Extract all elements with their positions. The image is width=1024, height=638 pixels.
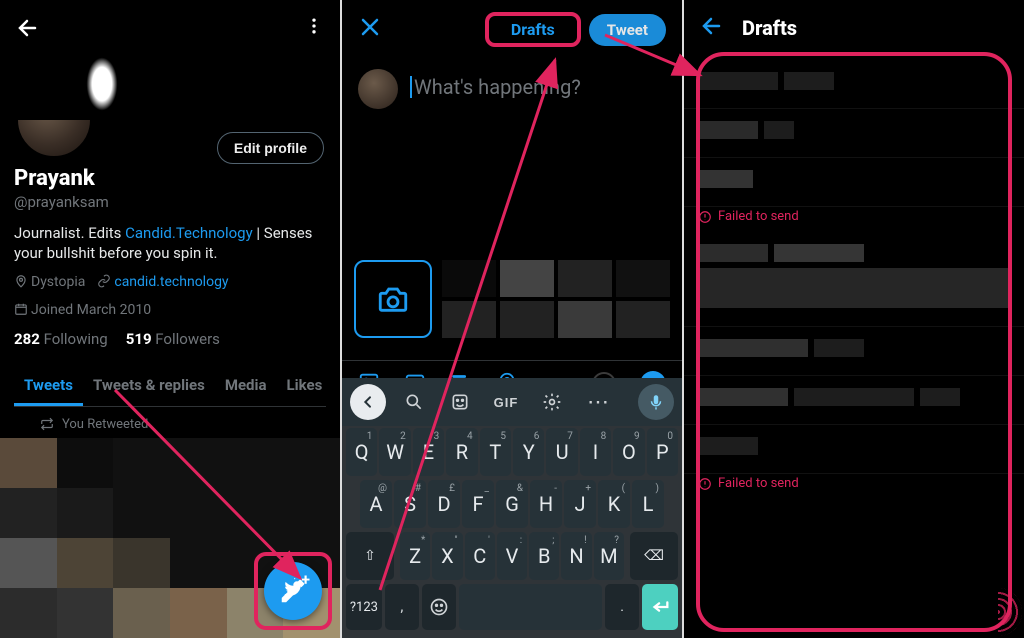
edit-profile-button[interactable]: Edit profile xyxy=(217,132,324,164)
compose-placeholder: What's happening? xyxy=(414,75,581,99)
drafts-screen: Drafts Failed to send xyxy=(684,0,1024,638)
profile-tabs: Tweets Tweets & replies Media Likes xyxy=(14,362,326,407)
drafts-list: Failed to send Failed to send xyxy=(684,60,1024,638)
compose-screen: Drafts Tweet What's happening? xyxy=(342,0,684,638)
draft-item[interactable] xyxy=(684,425,1024,474)
compose-avatar xyxy=(358,69,398,109)
bio-text: Journalist. Edits xyxy=(14,224,125,242)
tab-tweets[interactable]: Tweets xyxy=(14,362,83,406)
draft-item[interactable] xyxy=(684,327,1024,376)
keyboard-comma-key[interactable]: , xyxy=(385,584,419,630)
keyboard-key-z[interactable]: Z* xyxy=(400,532,430,580)
keyboard-enter-key[interactable] xyxy=(642,584,678,630)
annotation-highlight: Drafts xyxy=(485,12,581,47)
keyboard-period-key[interactable]: . xyxy=(605,584,639,630)
keyboard-key-f[interactable]: F_ xyxy=(462,480,494,528)
tab-tweets-replies[interactable]: Tweets & replies xyxy=(83,362,215,406)
profile-banner xyxy=(0,0,340,120)
keyboard-key-k[interactable]: K( xyxy=(598,480,630,528)
keyboard-key-y[interactable]: Y6 xyxy=(513,428,544,476)
followers-count[interactable]: 519 Followers xyxy=(126,330,220,348)
keyboard-key-q[interactable]: Q1 xyxy=(346,428,377,476)
tab-media[interactable]: Media xyxy=(215,362,277,406)
keyboard-mic-icon[interactable] xyxy=(638,384,674,420)
keyboard-settings-icon[interactable] xyxy=(534,384,570,420)
keyboard-shift-key[interactable]: ⇧ xyxy=(346,532,394,580)
keyboard-key-s[interactable]: S# xyxy=(394,480,426,528)
camera-tile[interactable] xyxy=(354,260,432,338)
keyboard-more-icon[interactable] xyxy=(580,384,616,420)
recent-media-thumbnails[interactable] xyxy=(442,260,670,338)
keyboard-key-n[interactable]: N! xyxy=(561,532,591,580)
profile-joined-date: Joined March 2010 xyxy=(14,302,151,318)
back-icon[interactable] xyxy=(16,16,40,44)
close-icon[interactable] xyxy=(358,15,382,44)
keyboard-space-key[interactable] xyxy=(459,584,602,630)
keyboard-key-t[interactable]: T5 xyxy=(480,428,511,476)
profile-handle: @prayanksam xyxy=(14,193,326,211)
keyboard-key-r[interactable]: R4 xyxy=(446,428,477,476)
keyboard-sticker-icon[interactable] xyxy=(442,384,478,420)
keyboard-key-v[interactable]: V: xyxy=(497,532,527,580)
compose-tweet-fab[interactable]: + xyxy=(264,562,322,620)
tab-likes[interactable]: Likes xyxy=(277,362,333,406)
draft-item[interactable] xyxy=(684,158,1024,207)
keyboard-backspace-key[interactable]: ⌫ xyxy=(630,532,678,580)
keyboard-numeric-key[interactable]: ?123 xyxy=(346,584,382,630)
draft-item[interactable] xyxy=(684,109,1024,158)
keyboard-key-x[interactable]: X" xyxy=(432,532,462,580)
keyboard-key-e[interactable]: E3 xyxy=(413,428,444,476)
retweet-indicator: You Retweeted xyxy=(14,407,326,438)
profile-url[interactable]: candid.technology xyxy=(97,274,228,290)
keyboard-emoji-key[interactable] xyxy=(422,584,456,630)
more-options-icon[interactable] xyxy=(304,16,324,41)
profile-location: Dystopia xyxy=(14,274,85,290)
keyboard-gif-icon[interactable]: GIF xyxy=(488,384,524,420)
drafts-link[interactable]: Drafts xyxy=(497,14,569,45)
compose-input[interactable]: What's happening? xyxy=(410,75,666,109)
profile-screen: Edit profile Prayank @prayanksam Journal… xyxy=(0,0,342,638)
draft-item[interactable] xyxy=(684,232,1024,327)
profile-display-name: Prayank xyxy=(14,166,326,191)
profile-bio: Journalist. Edits Candid.Technology | Se… xyxy=(14,223,326,264)
failed-to-send-label: Failed to send xyxy=(684,207,1024,232)
keyboard-key-d[interactable]: D£ xyxy=(428,480,460,528)
keyboard-key-w[interactable]: W2 xyxy=(379,428,410,476)
following-count[interactable]: 282 Following xyxy=(14,330,108,348)
keyboard-key-o[interactable]: O9 xyxy=(613,428,644,476)
keyboard-key-c[interactable]: C' xyxy=(465,532,495,580)
text-cursor xyxy=(410,76,412,98)
keyboard-key-g[interactable]: G& xyxy=(496,480,528,528)
keyboard-key-l[interactable]: L) xyxy=(632,480,664,528)
draft-item[interactable] xyxy=(684,376,1024,425)
keyboard-key-a[interactable]: A@ xyxy=(360,480,392,528)
draft-item[interactable] xyxy=(684,60,1024,109)
back-icon[interactable] xyxy=(700,14,724,42)
keyboard-key-i[interactable]: I8 xyxy=(580,428,611,476)
on-screen-keyboard: GIF Q1W2E3R4T5Y6U7I8O9P0 A@S#D£F_G&H-J+K… xyxy=(342,378,682,638)
keyboard-key-j[interactable]: J+ xyxy=(564,480,596,528)
media-picker-strip xyxy=(354,260,670,350)
failed-to-send-label: Failed to send xyxy=(684,474,1024,491)
keyboard-key-u[interactable]: U7 xyxy=(546,428,577,476)
keyboard-collapse-icon[interactable] xyxy=(350,384,386,420)
keyboard-key-p[interactable]: P0 xyxy=(647,428,678,476)
bio-link[interactable]: Candid.Technology xyxy=(125,224,253,242)
keyboard-key-b[interactable]: B; xyxy=(529,532,559,580)
page-title: Drafts xyxy=(742,16,797,40)
keyboard-search-icon[interactable] xyxy=(396,384,432,420)
keyboard-key-m[interactable]: M? xyxy=(594,532,624,580)
keyboard-key-h[interactable]: H- xyxy=(530,480,562,528)
tweet-button[interactable]: Tweet xyxy=(589,14,666,46)
